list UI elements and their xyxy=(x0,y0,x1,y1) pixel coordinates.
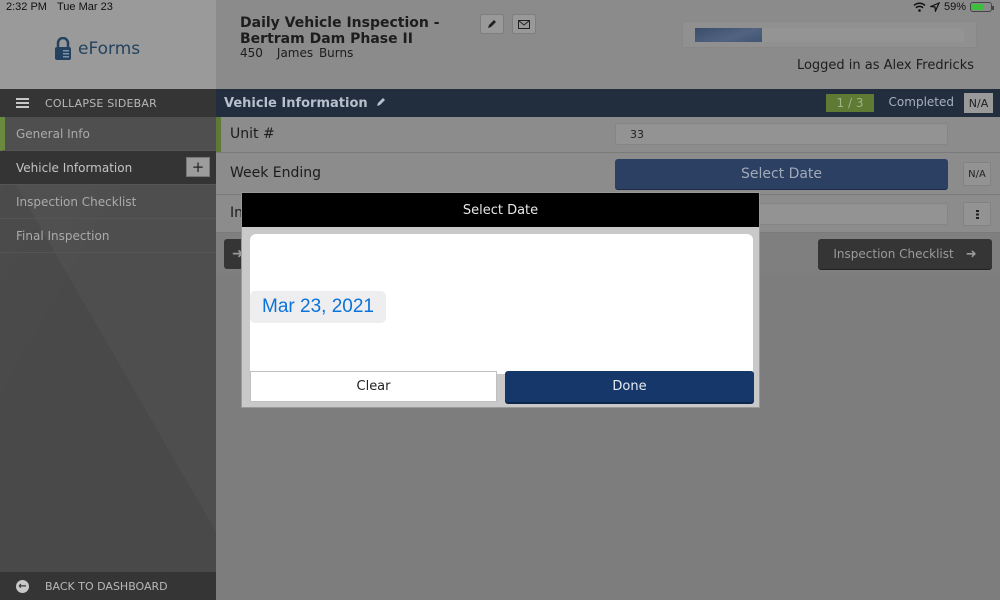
sidebar-item-label: Inspection Checklist xyxy=(16,194,137,209)
app-root: 2:32 PM Tue Mar 23 eForms Daily Vehicle I… xyxy=(0,0,1000,600)
form-number: 450 xyxy=(240,46,263,60)
next-section-label: Inspection Checklist xyxy=(833,247,954,261)
back-to-dashboard-button[interactable]: ← BACK TO DASHBOARD xyxy=(0,572,216,600)
field-label: Unit # xyxy=(230,126,275,142)
select-date-dialog: Select Date Mar 23, 2021 Clear Done xyxy=(241,192,760,408)
more-vertical-icon xyxy=(975,209,979,219)
pencil-icon xyxy=(488,20,496,28)
sidebar-item-inspection-checklist[interactable]: Inspection Checklist xyxy=(0,185,216,219)
sidebar-item-general-info[interactable]: General Info xyxy=(0,117,216,151)
envelope-icon xyxy=(518,19,530,29)
dialog-title: Select Date xyxy=(242,193,759,227)
edit-section-button[interactable] xyxy=(376,97,386,110)
form-assignee: James Burns xyxy=(276,46,354,60)
clear-button[interactable]: Clear xyxy=(250,371,497,402)
section-title: Vehicle Information xyxy=(224,95,368,111)
plus-icon: + xyxy=(191,158,205,176)
field-row-unit: Unit # 33 xyxy=(216,117,1000,153)
location-arrow-icon xyxy=(929,2,940,12)
pencil-icon xyxy=(376,97,385,106)
progress-fill xyxy=(695,28,763,42)
collapse-sidebar-label: COLLAPSE SIDEBAR xyxy=(45,96,157,110)
field-label: Week Ending xyxy=(230,165,322,181)
edit-form-button[interactable] xyxy=(480,14,504,34)
status-time: 2:32 PM Tue Mar 23 xyxy=(6,1,123,13)
date-value-picker[interactable]: Mar 23, 2021 xyxy=(250,291,386,323)
logo-text: eForms xyxy=(78,39,141,59)
battery-charging-icon xyxy=(970,2,994,12)
form-header: Daily Vehicle Inspection - Bertram Dam P… xyxy=(216,0,1000,89)
collapse-sidebar-button[interactable]: COLLAPSE SIDEBAR xyxy=(0,89,216,117)
arrow-right-icon: ➜ xyxy=(965,246,977,262)
sidebar-item-label: General Info xyxy=(16,126,90,141)
form-title-line1: Daily Vehicle Inspection - xyxy=(240,15,440,31)
required-accent xyxy=(216,117,221,152)
sidebar: COLLAPSE SIDEBAR General Info Vehicle In… xyxy=(0,89,216,600)
sidebar-item-label: Vehicle Information xyxy=(16,160,133,175)
padlock-icon xyxy=(55,37,71,60)
email-form-button[interactable] xyxy=(512,14,536,34)
field-row-week-ending: Week Ending Select Date N/A xyxy=(216,153,1000,195)
section-count-badge: 1 / 3 xyxy=(826,94,874,112)
form-progress xyxy=(682,21,977,48)
more-options-button[interactable] xyxy=(963,202,991,226)
add-section-button[interactable]: + xyxy=(186,157,210,177)
date-picker: Mar 23, 2021 xyxy=(250,234,753,374)
done-button[interactable]: Done xyxy=(505,371,754,402)
sidebar-item-label: Final Inspection xyxy=(16,228,110,243)
form-title: Daily Vehicle Inspection - Bertram Dam P… xyxy=(240,15,440,47)
sidebar-item-vehicle-information[interactable]: Vehicle Information + xyxy=(0,151,216,185)
unit-number-input[interactable]: 33 xyxy=(615,123,948,145)
next-section-button[interactable]: Inspection Checklist ➜ xyxy=(818,239,992,269)
form-subtitle: 450 James Burns xyxy=(240,46,367,60)
hamburger-icon xyxy=(16,98,29,108)
sidebar-item-final-inspection[interactable]: Final Inspection xyxy=(0,219,216,253)
back-to-dashboard-label: BACK TO DASHBOARD xyxy=(45,579,168,593)
status-clock: 2:32 PM xyxy=(6,1,47,13)
section-header: Vehicle Information 1 / 3 Completed N/A xyxy=(216,89,1000,117)
completed-label: Completed xyxy=(888,95,954,109)
section-na-button[interactable]: N/A xyxy=(964,93,993,113)
logo-area: 2:32 PM Tue Mar 23 eForms xyxy=(0,0,216,89)
form-title-line2: Bertram Dam Phase II xyxy=(240,31,413,47)
progress-track xyxy=(695,28,964,42)
status-indicators: 59% xyxy=(913,1,994,13)
wifi-icon xyxy=(913,2,926,12)
select-date-button[interactable]: Select Date xyxy=(615,159,948,189)
battery-percent: 59% xyxy=(943,1,966,13)
eforms-logo: eForms xyxy=(54,37,140,61)
status-date: Tue Mar 23 xyxy=(56,1,113,13)
arrow-circle-left-icon: ← xyxy=(16,579,29,593)
logged-in-user: Logged in as Alex Fredricks xyxy=(796,58,974,73)
week-ending-na-button[interactable]: N/A xyxy=(963,162,991,186)
